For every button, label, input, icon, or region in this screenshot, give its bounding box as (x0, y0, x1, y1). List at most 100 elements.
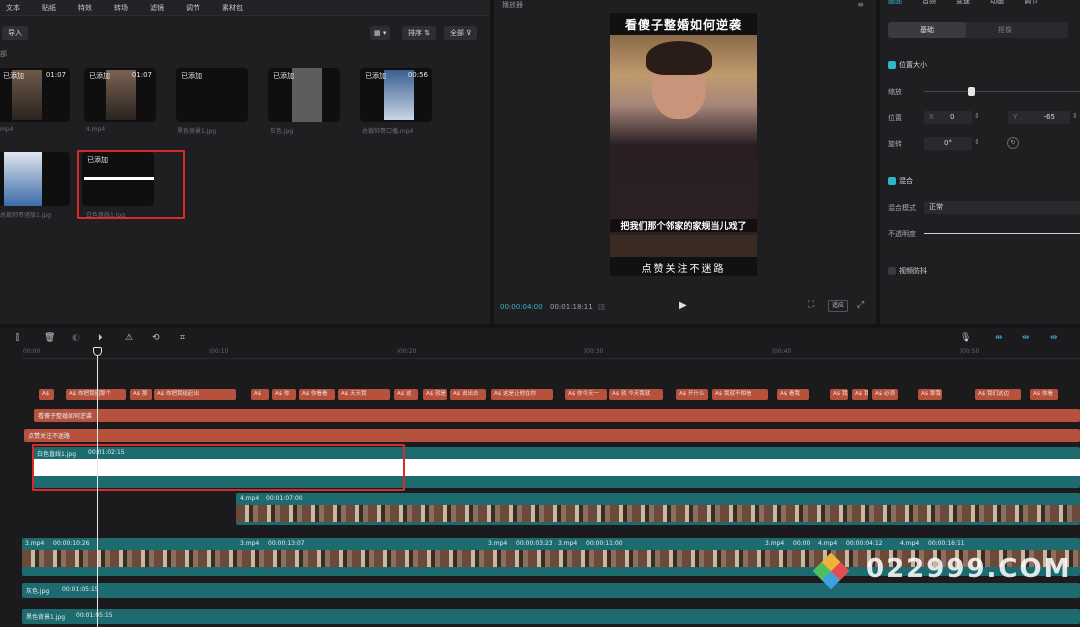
added-badge: 已添加 (89, 72, 110, 80)
rotate-dial-icon[interactable]: ↻ (1007, 137, 1019, 149)
media-item[interactable]: 已添加 00:56 (360, 68, 432, 122)
tab-material-pack[interactable]: 素材包 (222, 3, 243, 13)
text-clip[interactable]: A$ 开什么 (676, 389, 708, 400)
video-4mp4-name: 4.mp4 (240, 495, 260, 502)
snap-icon[interactable]: ⇹ (995, 333, 1003, 343)
main-clip-name: 4.mp4 (900, 540, 920, 547)
play-icon[interactable]: ▶ (679, 300, 687, 311)
menu-icon[interactable]: ≡ (857, 0, 864, 9)
tab-text[interactable]: 文本 (6, 3, 20, 13)
media-filename: mp4 (0, 126, 14, 133)
delete-icon[interactable]: 🗑 (44, 333, 55, 343)
blend-mode-select[interactable]: 正常 (924, 201, 1080, 214)
scale-slider-track[interactable] (924, 91, 1080, 92)
text-clip[interactable]: A$ 就是 (423, 389, 447, 400)
fullscreen-icon[interactable]: ⤢ (857, 300, 864, 310)
media-item[interactable]: 已添加 (268, 68, 340, 122)
text-clip[interactable]: A$ 我 (830, 389, 848, 400)
subtab-basic[interactable]: 基础 (888, 22, 966, 38)
watermark-text: 022999.COM (866, 554, 1072, 584)
tab-speed[interactable]: 变速 (956, 0, 970, 6)
microphone-icon[interactable]: 🎙 (960, 333, 971, 343)
text-clip[interactable]: A$ 你看 (1030, 389, 1058, 400)
player-title: 播放器 (502, 1, 523, 9)
x-stepper-icon[interactable]: ⇕ (974, 112, 980, 120)
import-button[interactable]: 导入 (2, 26, 28, 40)
tab-transitions[interactable]: 转场 (114, 3, 128, 13)
text-clips-track: A$ A$ 你把我们那个 A$ 那 A$ 你把我给赶出 A$ A$ 你 A$ 你看看 A$ 天… (0, 389, 1080, 401)
text-clip[interactable]: A$ 这 (394, 389, 418, 400)
text-clip[interactable]: A$ (39, 389, 54, 400)
text-clip[interactable]: A$ 必须 (872, 389, 898, 400)
filter-all-button[interactable]: 全部 ⊽ (444, 26, 478, 40)
text-clip[interactable]: A$ 说出去 (450, 389, 486, 400)
text-clip[interactable]: A$ 我 (852, 389, 868, 400)
subtab-cutout[interactable]: 抠像 (966, 22, 1044, 38)
total-time: 00:01:18:11 (550, 303, 593, 311)
blend-checkbox[interactable] (888, 177, 896, 185)
view-mode-button[interactable]: ▦ ▾ (370, 26, 391, 40)
tab-picture[interactable]: 画面 (888, 0, 902, 6)
tab-animation[interactable]: 动画 (990, 0, 1004, 6)
tab-adjust-props[interactable]: 调节 (1024, 0, 1038, 6)
text-clip[interactable]: A$ 你把我们那个 (66, 389, 126, 400)
position-y-field[interactable]: Y -65 (1008, 111, 1070, 124)
screenshot-icon[interactable]: ⛶ (808, 300, 814, 310)
text-clip[interactable]: A$ 天天我 (338, 389, 390, 400)
split-icon[interactable]: ⫿ (16, 333, 19, 343)
preview-axis-icon[interactable]: ⇹ (1050, 333, 1058, 343)
rotate-field[interactable]: 0° (924, 137, 972, 150)
title-track-2[interactable] (24, 429, 1080, 442)
text-clip[interactable]: A$ 你今天一 (565, 389, 607, 400)
playhead[interactable] (97, 350, 98, 627)
text-clip[interactable]: A$ (251, 389, 269, 400)
tab-audio[interactable]: 音频 (922, 0, 936, 6)
rotate-stepper-icon[interactable]: ⇕ (974, 138, 980, 146)
media-duration: 01:07 (131, 71, 152, 79)
rotate-tool-icon[interactable]: ⟲ (152, 333, 160, 343)
media-filename: 总裁帅哥口播.mp4 (362, 128, 414, 135)
text-clip[interactable]: A$ 看我 (777, 389, 809, 400)
tab-effects[interactable]: 特效 (78, 3, 92, 13)
media-item[interactable]: 已添加 (176, 68, 248, 122)
tab-filters[interactable]: 滤镜 (150, 3, 164, 13)
tab-stickers[interactable]: 贴纸 (42, 3, 56, 13)
playhead-handle[interactable] (93, 347, 102, 356)
text-clip[interactable]: A$ 就 今天我就 (609, 389, 663, 400)
text-clip[interactable]: A$ 那我 (918, 389, 942, 400)
ruler-label: 00:00 (23, 348, 41, 355)
crop-icon[interactable]: ⌗ (180, 333, 185, 343)
black-bg-clip[interactable] (22, 609, 1080, 624)
text-clip[interactable]: A$ 我就不相信 (712, 389, 768, 400)
media-filename: 4.mp4 (86, 126, 106, 133)
sort-button[interactable]: 排序 ⇅ (402, 26, 437, 40)
scale-slider-knob[interactable] (967, 87, 975, 96)
gray-clip[interactable] (22, 583, 1080, 598)
text-clip[interactable]: A$ 你把我给赶出 (154, 389, 236, 400)
sort-icon: ⇅ (424, 29, 431, 37)
position-size-checkbox[interactable] (888, 61, 896, 69)
properties-panel: 画面 音频 变速 动画 调节 基础 抠像 位置大小 缩放 位置 X 0 ⇕ Y … (880, 0, 1080, 324)
props-tabbar: 画面 音频 变速 动画 调节 (880, 0, 1080, 8)
text-clip[interactable]: A$ 你 (272, 389, 296, 400)
text-clip[interactable]: A$ 那 (130, 389, 152, 400)
tab-adjust[interactable]: 调节 (186, 3, 200, 13)
freeze-icon[interactable]: ◐ (72, 333, 80, 343)
y-stepper-icon[interactable]: ⇕ (1072, 112, 1078, 120)
mirror-icon[interactable]: ⚠ (125, 333, 133, 343)
speed-icon[interactable]: ⏵ (98, 333, 103, 343)
media-item[interactable]: 已添加 01:07 (84, 68, 156, 122)
text-clip[interactable]: A$ 我们这边 (975, 389, 1021, 400)
media-item[interactable]: 已添加 01:07 (0, 68, 70, 122)
text-clip[interactable]: A$ 这是让他在你 (491, 389, 553, 400)
link-icon[interactable]: ⇹ (1022, 333, 1030, 343)
position-x-field[interactable]: X 0 (924, 111, 972, 124)
timecode-grid-icon[interactable]: ▥ (598, 302, 606, 311)
ratio-button[interactable]: 适应 (828, 300, 849, 312)
opacity-slider[interactable] (924, 233, 1080, 234)
title-track-1[interactable] (34, 409, 1080, 422)
text-clip[interactable]: A$ 你看看 (299, 389, 335, 400)
timeline-highlight-box (32, 444, 405, 491)
media-item[interactable] (0, 152, 70, 206)
stabilize-checkbox[interactable] (888, 267, 896, 275)
